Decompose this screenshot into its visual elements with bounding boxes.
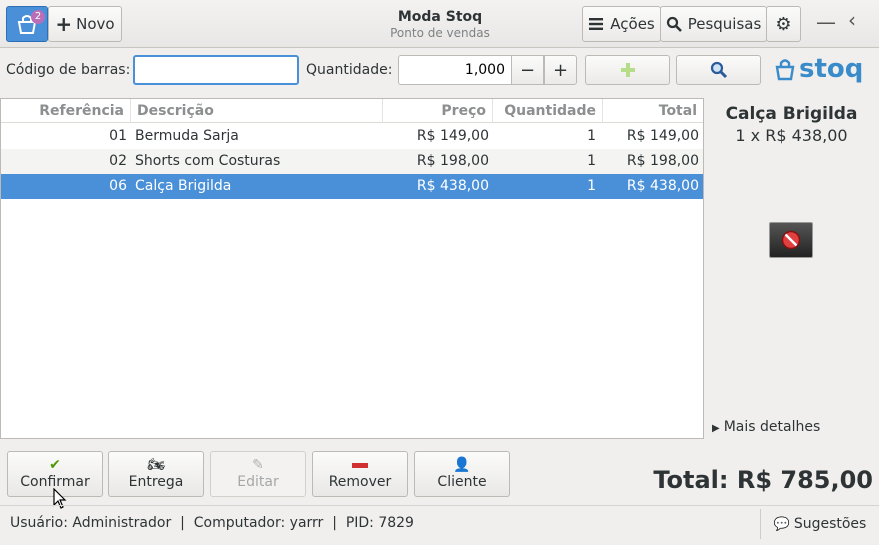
quantity-input[interactable] xyxy=(398,55,514,85)
app-title: Moda Stoq xyxy=(397,9,483,25)
new-button-label: Novo xyxy=(76,15,115,33)
new-button[interactable]: + Novo xyxy=(48,6,122,42)
hamburger-icon xyxy=(589,18,604,30)
plus-icon: + xyxy=(55,12,73,36)
cell-quantity: 1 xyxy=(587,178,596,194)
minus-red-icon xyxy=(313,457,407,473)
speech-bubble-icon: 💬 xyxy=(773,516,790,532)
quantity-decrement-button[interactable]: − xyxy=(511,55,544,85)
settings-button[interactable]: ⚙ xyxy=(766,6,801,42)
cell-quantity: 1 xyxy=(587,128,596,144)
magnifier-icon xyxy=(710,61,727,79)
cell-total: R$ 198,00 xyxy=(626,153,699,169)
minimize-icon[interactable]: — xyxy=(816,10,836,34)
home-button[interactable]: 2 xyxy=(6,6,48,42)
back-chevron-icon[interactable]: ‹ xyxy=(848,8,856,32)
add-item-button[interactable] xyxy=(585,55,670,85)
stoq-bag-icon xyxy=(775,59,795,81)
cell-price: R$ 149,00 xyxy=(416,128,489,144)
search-product-button[interactable] xyxy=(676,55,761,85)
cell-description: Calça Brigilda xyxy=(135,178,232,194)
quantity-increment-button[interactable]: + xyxy=(544,55,577,85)
client-label: Cliente xyxy=(437,474,487,490)
cell-price: R$ 198,00 xyxy=(416,153,489,169)
no-image-icon xyxy=(781,230,801,250)
table-row[interactable]: 01 Bermuda Sarja R$ 149,00 1 R$ 149,00 xyxy=(1,124,703,149)
column-header-quantity[interactable]: Quantidade xyxy=(493,99,603,123)
notification-badge: 2 xyxy=(31,10,45,24)
product-image-placeholder xyxy=(769,222,813,258)
column-header-description[interactable]: Descrição xyxy=(131,99,383,123)
triangle-right-icon: ▶ xyxy=(712,423,720,434)
table-row[interactable]: 02 Shorts com Costuras R$ 198,00 1 R$ 19… xyxy=(1,149,703,174)
pencil-icon: ✎ xyxy=(252,457,264,473)
cell-total: R$ 149,00 xyxy=(626,128,699,144)
search-menu-button[interactable]: Pesquisas xyxy=(660,6,767,42)
cell-description: Shorts com Costuras xyxy=(135,153,281,169)
more-details-label: Mais detalhes xyxy=(723,419,821,435)
search-icon xyxy=(666,16,682,32)
person-icon: 👤 xyxy=(453,457,471,473)
status-text: Usuário: Administrador | Computador: yar… xyxy=(10,515,414,531)
edit-button[interactable]: ✎ Editar xyxy=(210,451,306,497)
quantity-label: Quantidade: xyxy=(306,62,393,78)
barcode-input[interactable] xyxy=(133,55,299,85)
sale-items-table[interactable]: Referência Descrição Preço Quantidade To… xyxy=(0,98,704,439)
table-row-selected[interactable]: 06 Calça Brigilda R$ 438,00 1 R$ 438,00 xyxy=(1,174,703,199)
motorcycle-icon: 🏍 xyxy=(147,457,165,473)
cell-reference: 06 xyxy=(109,178,127,194)
cell-price: R$ 438,00 xyxy=(416,178,489,194)
cell-quantity: 1 xyxy=(587,153,596,169)
plus-green-icon xyxy=(620,63,635,77)
remove-button[interactable]: Remover xyxy=(312,451,408,497)
delivery-button[interactable]: 🏍 Entrega xyxy=(108,451,204,497)
brand-name: stoq xyxy=(799,54,864,84)
stoq-logo: stoq xyxy=(774,56,863,82)
product-qty-price: 1 x R$ 438,00 xyxy=(735,126,848,145)
search-label: Pesquisas xyxy=(687,15,762,33)
edit-label: Editar xyxy=(237,474,279,490)
column-header-total[interactable]: Total xyxy=(603,99,703,123)
barcode-label: Código de barras: xyxy=(6,62,131,78)
delivery-label: Entrega xyxy=(128,474,184,490)
app-subtitle: Ponto de vendas xyxy=(390,26,490,40)
table-header: Referência Descrição Preço Quantidade To… xyxy=(1,99,703,123)
suggestions-label: Sugestões xyxy=(793,516,867,532)
cell-description: Bermuda Sarja xyxy=(135,128,239,144)
checkmark-icon: ✔ xyxy=(49,457,61,473)
cell-total: R$ 438,00 xyxy=(626,178,699,194)
cell-reference: 01 xyxy=(109,128,127,144)
actions-menu-button[interactable]: Ações xyxy=(582,6,661,42)
column-header-reference[interactable]: Referência xyxy=(1,99,131,123)
sale-total: Total: R$ 785,00 xyxy=(653,466,873,494)
suggestions-button[interactable]: 💬 Sugestões xyxy=(760,509,879,539)
client-button[interactable]: 👤 Cliente xyxy=(414,451,510,497)
actions-label: Ações xyxy=(610,15,655,33)
gear-icon: ⚙ xyxy=(775,13,792,35)
remove-label: Remover xyxy=(328,474,392,490)
product-name: Calça Brigilda xyxy=(725,104,858,124)
more-details-expander[interactable]: ▶ Mais detalhes xyxy=(712,419,820,435)
cell-reference: 02 xyxy=(109,153,127,169)
column-header-price[interactable]: Preço xyxy=(383,99,493,123)
